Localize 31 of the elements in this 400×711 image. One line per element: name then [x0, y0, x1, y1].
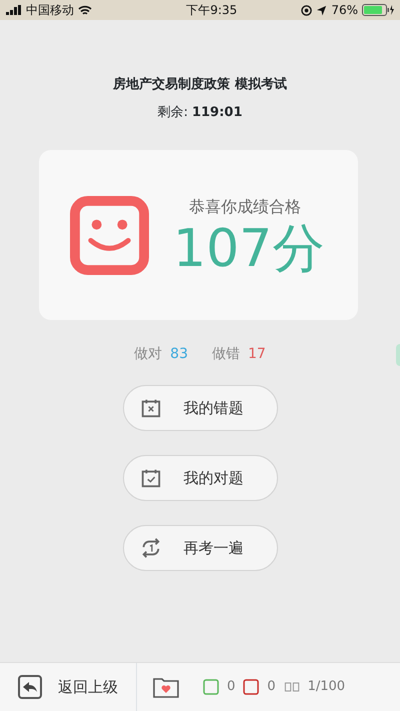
- pass-message: 恭喜你成绩合格: [189, 196, 301, 218]
- wifi-icon: [78, 4, 92, 16]
- stat-count: 17: [248, 345, 266, 364]
- stat-label: 做对: [134, 345, 162, 364]
- carrier-name: 中国移动: [26, 2, 74, 19]
- back-button[interactable]: 返回上级: [0, 663, 137, 711]
- location-icon: [316, 4, 328, 16]
- remaining-label: 剩余:: [158, 104, 188, 122]
- battery-icon: [362, 4, 394, 16]
- calendar-x-icon: [140, 397, 162, 419]
- wrong-count-icon: [243, 679, 260, 695]
- remaining-time: 119:01: [192, 104, 242, 122]
- clock-time: 下午9:35: [186, 2, 238, 19]
- count-value: 1/100: [308, 678, 346, 696]
- exam-title: 房地产交易制度政策 模拟考试: [112, 76, 288, 94]
- signal-icon: [6, 5, 22, 15]
- favorites-folder-icon[interactable]: [153, 676, 179, 698]
- stat-label: 做错: [212, 345, 240, 364]
- stat-count: 83: [170, 345, 188, 364]
- repeat-icon: [140, 537, 162, 559]
- correct-count-icon: [203, 679, 219, 695]
- battery-percent: 76%: [331, 2, 358, 19]
- retake-button[interactable]: 再考一遍: [122, 525, 278, 571]
- score-value: 107分: [173, 223, 324, 275]
- wrong-questions-button[interactable]: 我的错题: [122, 385, 278, 431]
- lock-rotation-icon: [301, 4, 312, 16]
- correct-questions-button[interactable]: 我的对题: [122, 455, 278, 501]
- calendar-check-icon: [140, 467, 162, 489]
- count-value: 0: [267, 678, 276, 696]
- smiley-icon: [70, 196, 149, 274]
- count-value: 0: [227, 678, 236, 696]
